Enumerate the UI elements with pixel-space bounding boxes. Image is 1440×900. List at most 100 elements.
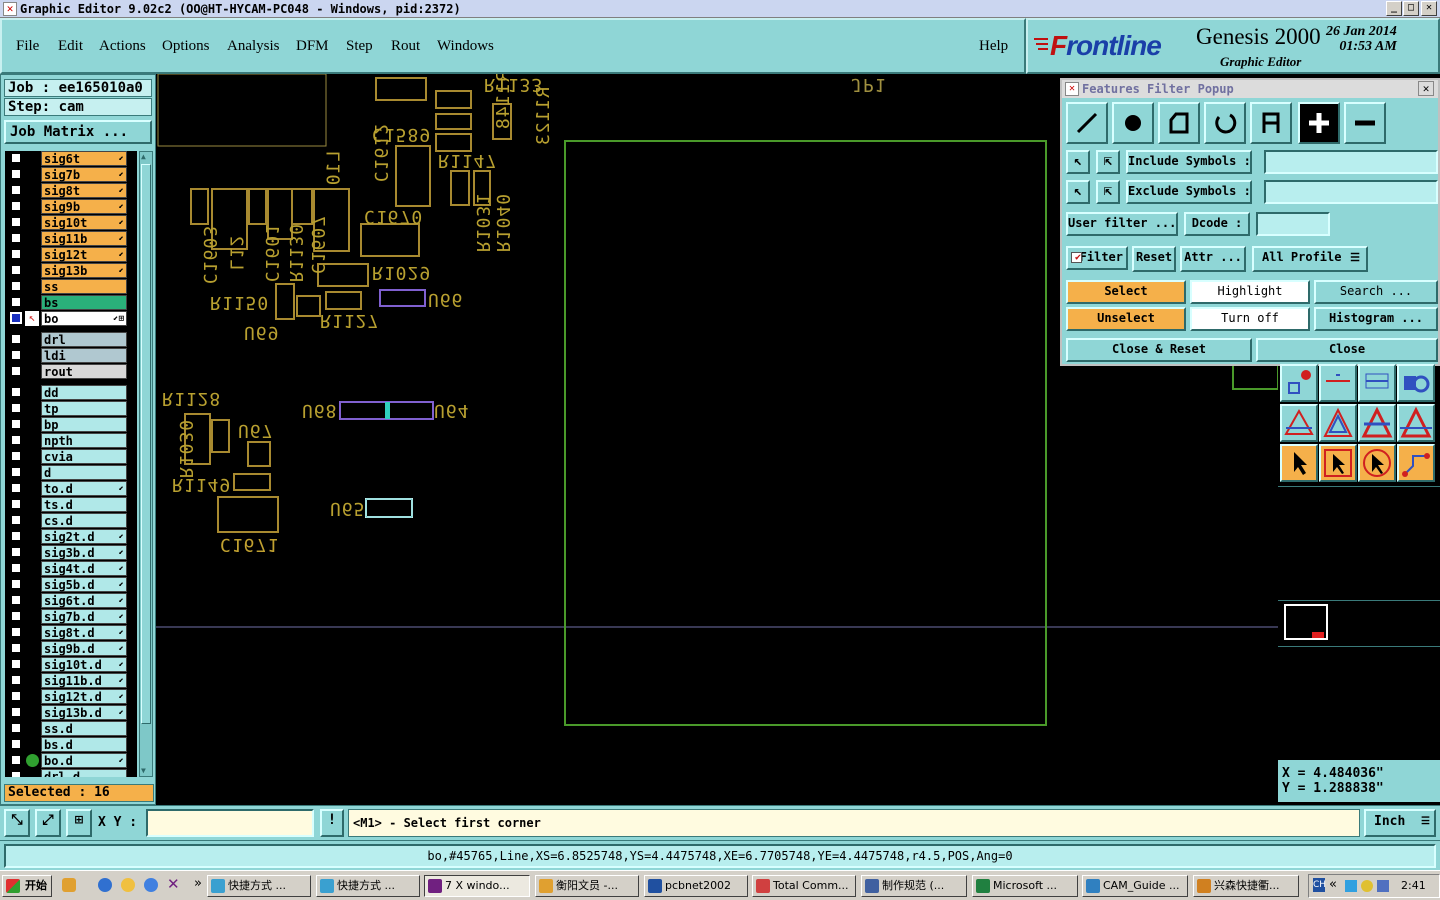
layer-row[interactable]: to.d ⬋ <box>5 481 129 496</box>
surface-filter-button[interactable] <box>1158 102 1200 144</box>
quicklaunch-icon-1[interactable] <box>62 878 76 892</box>
layer-name[interactable]: rout <box>41 364 127 379</box>
layer-checkbox[interactable] <box>10 674 22 686</box>
zoom-fit-icon[interactable]: ⤡ <box>4 809 30 837</box>
include-symbols-label[interactable]: Include Symbols : <box>1126 150 1252 174</box>
layer-row[interactable]: sig10t ⬋ <box>5 215 129 230</box>
popup-close-icon[interactable]: ✕ <box>1418 81 1434 96</box>
layer-row[interactable]: sig4t.d ⬋ <box>5 561 129 576</box>
job-matrix-button[interactable]: Job Matrix ... <box>4 120 152 144</box>
close-button[interactable]: ✕ <box>1421 1 1437 16</box>
exclude-arrow-icon[interactable]: ↖ <box>1066 180 1090 204</box>
layer-row[interactable]: sig7b ⬋ <box>5 167 129 182</box>
layer-checkbox[interactable] <box>10 770 22 777</box>
menu-file[interactable]: File <box>16 38 39 55</box>
units-dropdown[interactable]: Inch ☰ <box>1364 809 1436 837</box>
layer-checkbox[interactable] <box>10 152 22 164</box>
layer-name[interactable]: sig8t.d ⬋ <box>41 625 127 640</box>
layer-checkbox[interactable] <box>10 514 22 526</box>
layer-checkbox[interactable] <box>10 626 22 638</box>
layer-name[interactable]: sig3b.d ⬋ <box>41 545 127 560</box>
attr-button[interactable]: Attr ... <box>1180 246 1246 272</box>
layer-row[interactable]: ldi <box>5 348 129 363</box>
quicklaunch-icon-3[interactable] <box>144 878 158 892</box>
dcode-input[interactable] <box>1256 212 1330 236</box>
layer-row[interactable]: sig13b ⬋ <box>5 263 129 278</box>
layer-checkbox[interactable] <box>10 562 22 574</box>
layer-name[interactable]: npth <box>41 433 127 448</box>
layer-checkbox[interactable] <box>10 184 22 196</box>
layer-checkbox[interactable] <box>10 722 22 734</box>
alert-icon[interactable]: ! <box>320 809 344 837</box>
measure-tool[interactable] <box>1319 364 1357 402</box>
layer-name[interactable]: sig11b ⬋ <box>41 231 127 246</box>
layer-checkbox[interactable] <box>10 498 22 510</box>
user-filter-button[interactable]: User filter ... <box>1066 212 1178 236</box>
layer-checkbox[interactable] <box>10 349 22 361</box>
layer-checkbox[interactable] <box>10 594 22 606</box>
layer-row[interactable]: bs.d <box>5 737 129 752</box>
layer-checkbox[interactable] <box>10 333 22 345</box>
layer-name[interactable]: sig12t ⬋ <box>41 247 127 262</box>
layer-row[interactable]: d <box>5 465 129 480</box>
menu-options[interactable]: Options <box>162 38 210 55</box>
search-button[interactable]: Search ... <box>1314 280 1438 304</box>
include-arrow-icon[interactable]: ↖ <box>1066 150 1090 174</box>
layer-row[interactable]: cs.d <box>5 513 129 528</box>
layer-checkbox[interactable] <box>10 280 22 292</box>
layer-row[interactable]: sig11b ⬋ <box>5 231 129 246</box>
layer-checkbox[interactable] <box>10 418 22 430</box>
layer-name[interactable]: sig9b.d ⬋ <box>41 641 127 656</box>
layer-row[interactable]: sig7b.d ⬋ <box>5 609 129 624</box>
layer-checkbox[interactable] <box>10 402 22 414</box>
layer-checkbox[interactable] <box>10 168 22 180</box>
layer-row[interactable]: sig9b.d ⬋ <box>5 641 129 656</box>
layer-name[interactable]: sig8t ⬋ <box>41 183 127 198</box>
taskbar-item[interactable]: 7 X windo... <box>424 875 530 897</box>
menu-dfm[interactable]: DFM <box>296 38 329 55</box>
taskbar-item[interactable]: 制作规范 (... <box>861 875 967 897</box>
layer-name[interactable]: ss <box>41 279 127 294</box>
tray-expand[interactable]: « <box>1329 877 1337 892</box>
layer-name[interactable]: sig11b.d ⬋ <box>41 673 127 688</box>
zoom-window-icon[interactable]: ⤢ <box>35 809 61 837</box>
layer-name[interactable]: bo ⬋⊞ <box>41 311 127 326</box>
network-icon[interactable] <box>1377 880 1389 892</box>
layer-name[interactable]: sig10t.d ⬋ <box>41 657 127 672</box>
xy-input[interactable] <box>146 809 314 837</box>
taskbar-item[interactable]: CAM_Guide ... <box>1082 875 1188 897</box>
layer-checkbox[interactable] <box>10 754 22 766</box>
include-symbols-input[interactable] <box>1264 150 1438 174</box>
layer-name[interactable]: cvia <box>41 449 127 464</box>
scroll-up-icon[interactable]: ▲ <box>141 152 151 162</box>
quicklaunch-icon-2[interactable] <box>121 878 135 892</box>
layer-row[interactable]: ↖ bo ⬋⊞ <box>5 311 129 326</box>
layer-row[interactable]: sig3b.d ⬋ <box>5 545 129 560</box>
select-button[interactable]: Select <box>1066 280 1186 304</box>
layer-checkbox[interactable] <box>10 642 22 654</box>
menu-help[interactable]: Help <box>979 38 1008 55</box>
taskbar-item[interactable]: pcbnet2002 <box>644 875 748 897</box>
layer-row[interactable]: bo.d ⬋ <box>5 753 129 768</box>
layer-checkbox[interactable] <box>10 658 22 670</box>
pointer-tool[interactable] <box>1280 444 1318 482</box>
layer-checkbox[interactable] <box>10 578 22 590</box>
taskbar-item[interactable]: 衡阳文员 -... <box>535 875 639 897</box>
tray-icon-2[interactable] <box>1361 880 1373 892</box>
language-icon[interactable]: CH <box>1313 878 1326 892</box>
taskbar-item[interactable]: 快捷方式 ... <box>207 875 311 897</box>
layer-row[interactable]: sig12t ⬋ <box>5 247 129 262</box>
minimize-button[interactable]: _ <box>1386 1 1402 16</box>
layer-row[interactable]: ss.d <box>5 721 129 736</box>
layer-checkbox[interactable] <box>10 466 22 478</box>
layer-row[interactable]: tp <box>5 401 129 416</box>
layer-row[interactable]: ss <box>5 279 129 294</box>
unselect-button[interactable]: Unselect <box>1066 307 1186 331</box>
menu-edit[interactable]: Edit <box>58 38 83 55</box>
layer-checkbox[interactable] <box>10 530 22 542</box>
layer-name[interactable]: sig2t.d ⬋ <box>41 529 127 544</box>
layer-row[interactable]: sig8t ⬋ <box>5 183 129 198</box>
scroll-down-icon[interactable]: ▼ <box>141 766 151 776</box>
layer-name[interactable]: tp <box>41 401 127 416</box>
exclude-symbols-label[interactable]: Exclude Symbols : <box>1126 180 1252 204</box>
